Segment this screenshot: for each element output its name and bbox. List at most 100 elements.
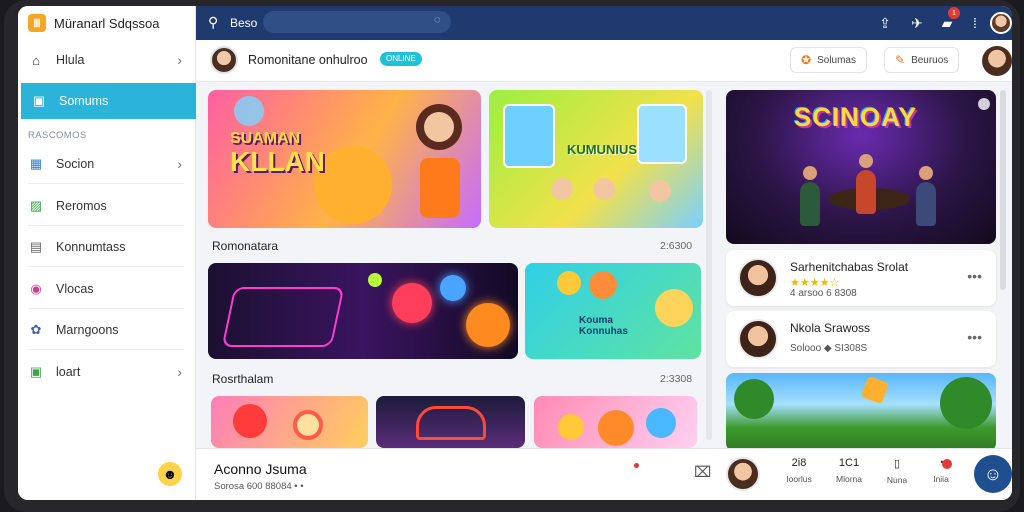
tree-graphic: [734, 379, 774, 419]
picture-icon: ▨: [29, 198, 43, 213]
featured-stream-card[interactable]: SCINOAY: [726, 90, 996, 244]
streamer-avatar: [738, 258, 778, 298]
pin-icon[interactable]: ✈: [908, 14, 926, 32]
sidebar-item-label: Hlula: [56, 53, 85, 67]
bottom-bar: Aconno Jsuma Sorosa 600 88084 • • ⌧ 2i8 …: [196, 448, 1012, 500]
neon-ball-graphic: [392, 283, 432, 323]
photo-frame-graphic: [503, 104, 555, 168]
sidebar-item-vlocas[interactable]: ◉ Vlocas: [18, 271, 196, 307]
chevron-right-icon: ›: [177, 156, 182, 172]
status-badge: ONLINE: [380, 52, 422, 66]
player-graphic: [916, 166, 936, 226]
channel-title: Romonitane onhulroo: [248, 53, 368, 67]
streamer-name: Sarhenitchabas Srolat: [790, 260, 909, 274]
neon-frame-graphic: [221, 287, 345, 347]
stat-label: Mlorna: [836, 474, 862, 484]
more-options-icon[interactable]: •••: [967, 329, 982, 345]
search-label: Beso: [230, 16, 258, 30]
solumas-button[interactable]: ✪ Solumas: [790, 47, 867, 73]
featured-stream-title: SCINOAY: [794, 102, 918, 132]
stat-ioorlus[interactable]: 2i8 Ioorlus: [776, 457, 822, 484]
sidebar-item-loart[interactable]: ▣ loart ›: [18, 354, 196, 390]
neon-ball-graphic: [466, 303, 510, 347]
sidebar-item-label: Vlocas: [56, 282, 94, 296]
top-bar: ⚲ Beso ◌ ⇪ ✈ ▰ 1 ⁞: [196, 6, 1012, 40]
streamer-avatar: [738, 319, 778, 359]
section-title: Romonatara: [212, 239, 279, 253]
child-face-graphic: [649, 180, 671, 202]
game-controller-icon[interactable]: ⌧: [694, 463, 711, 481]
neon-ball-graphic: [440, 275, 466, 301]
divider: [28, 183, 184, 184]
user-avatar[interactable]: [990, 12, 1012, 34]
stat-mlorna[interactable]: 1C1 Mlorna: [826, 457, 872, 484]
right-panel-scrollbar[interactable]: [1000, 90, 1006, 290]
bottom-avatar[interactable]: [726, 457, 760, 491]
streamer-list-item[interactable]: Sarhenitchabas Srolat ★★★★☆ 4 arsoo 6 83…: [726, 250, 996, 306]
stage-game-card[interactable]: [376, 396, 525, 448]
app-logo-icon: Ⅲ: [28, 14, 46, 32]
live-indicator: [634, 463, 639, 468]
girl-body-graphic: [420, 158, 460, 218]
emoji-face-icon[interactable]: ☻: [158, 462, 182, 486]
streamer-meta: Solooo ◆ SI308S: [790, 343, 868, 354]
sidebar-item-label: Somums: [59, 94, 109, 108]
play-badge-graphic: [233, 404, 267, 438]
friends-game-card[interactable]: [534, 396, 697, 448]
sidebar-item-label: Reromos: [56, 199, 107, 213]
search-icon[interactable]: ⚲: [208, 14, 218, 31]
stat-nuna[interactable]: ▯ Nuna: [874, 457, 920, 485]
section-count: 2:3308: [660, 373, 693, 385]
sidebar-item-socion[interactable]: ▦ Socion ›: [18, 146, 196, 182]
tablet-frame: Ⅲ Müranarl Sdqssoa ⌂ Hlula › ▣ Somums RA…: [4, 0, 1020, 512]
emoji-graphic: [557, 271, 581, 295]
home-icon: ⌂: [32, 52, 40, 68]
voice-search-icon[interactable]: ◌: [434, 14, 441, 26]
featured-game-card[interactable]: SUAMAN KLLAN: [208, 90, 481, 228]
users-icon: ✿: [30, 322, 42, 337]
chevron-right-icon: ›: [177, 364, 182, 380]
music-icon: ◉: [30, 281, 42, 296]
balloon-graphic: [234, 96, 264, 126]
player-head-graphic: [919, 166, 933, 180]
sidebar-item-marngoons[interactable]: ✿ Marngoons: [18, 312, 196, 348]
duck-graphic: [558, 414, 584, 440]
stat-value: 2i8: [791, 457, 807, 469]
target-game-card[interactable]: [211, 396, 368, 448]
account-icon[interactable]: ☺: [974, 455, 1012, 493]
app-brand[interactable]: Ⅲ Müranarl Sdqssoa: [28, 12, 160, 34]
kite-graphic: [860, 375, 890, 405]
divider: [28, 349, 184, 350]
share-icon[interactable]: ⇪: [876, 14, 894, 32]
kids-adventure-card[interactable]: Kouma Konnuhas: [525, 263, 701, 359]
arcade-game-card[interactable]: [208, 263, 518, 359]
gift-icon: ✪: [801, 53, 812, 67]
stat-label: Ioorlus: [786, 474, 812, 484]
adventure-stream-card[interactable]: [726, 373, 996, 451]
profile-avatar[interactable]: [982, 46, 1012, 76]
apps-grid-icon[interactable]: ⁞: [966, 14, 984, 32]
sidebar-item-reromos[interactable]: ▨ Reromos: [18, 188, 196, 224]
stat-iniia[interactable]: ◔ Iniia: [918, 457, 964, 484]
streamer-list-item[interactable]: Nkola Srawoss Solooo ◆ SI308S •••: [726, 311, 996, 367]
photo-frame-graphic: [637, 104, 687, 164]
channel-avatar[interactable]: [210, 46, 238, 74]
search-input[interactable]: [263, 11, 451, 33]
sidebar-item-konnumtass[interactable]: ▤ Konnumtass: [18, 229, 196, 265]
document-icon: ▤: [29, 239, 43, 254]
main-scrollbar[interactable]: [706, 90, 712, 440]
app-screen: Ⅲ Müranarl Sdqssoa ⌂ Hlula › ▣ Somums RA…: [18, 6, 1012, 500]
kids-game-card[interactable]: KUMUNIUS: [489, 90, 703, 228]
emoji-graphic: [589, 271, 617, 299]
cart-icon: ▣: [29, 364, 43, 379]
stat-label: Nuna: [886, 475, 908, 485]
beuruos-button[interactable]: ✎ Beuruos: [884, 47, 960, 73]
more-options-icon[interactable]: •••: [967, 268, 982, 284]
info-icon[interactable]: [978, 98, 990, 110]
sidebar-section-label: RASCOMOS: [28, 130, 87, 141]
girl-face-graphic: [424, 112, 454, 142]
notification-badge: 1: [948, 7, 960, 19]
sidebar-item-somums[interactable]: ▣ Somums: [21, 83, 196, 119]
player-graphic: [800, 166, 820, 226]
sidebar-item-home[interactable]: ⌂ Hlula ›: [18, 42, 196, 78]
